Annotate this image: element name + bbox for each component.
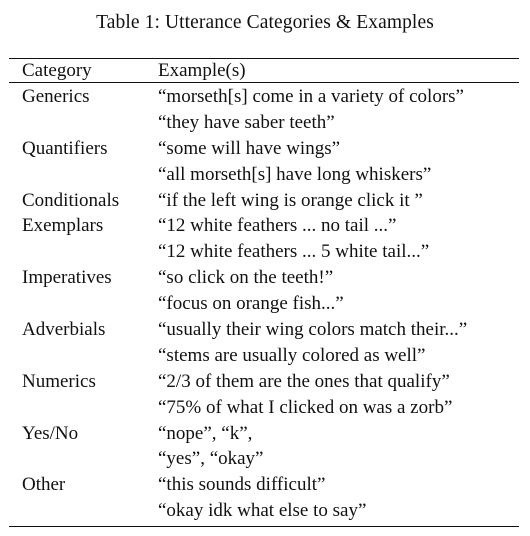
example-cell: “focus on orange fish...” — [158, 293, 344, 315]
table-row: “okay idk what else to say” — [9, 498, 519, 524]
table-row: Numerics “2/3 of them are the ones that q… — [9, 369, 519, 395]
example-cell: “75% of what I clicked on was a zorb” — [158, 396, 453, 418]
header-examples: Example(s) — [158, 60, 246, 81]
table-row: Quantifiers “some will have wings” — [9, 136, 519, 162]
header-category: Category — [22, 60, 92, 81]
table-row: Adverbials “usually their wing colors mat… — [9, 317, 519, 343]
category-cell: Exemplars — [22, 215, 104, 237]
table-row: “they have saber teeth” — [9, 110, 519, 136]
table-row: Generics “morseth[s] come in a variety of… — [9, 84, 519, 110]
table-row: “75% of what I clicked on was a zorb” — [9, 395, 519, 421]
example-cell: “12 white feathers ... no tail ...” — [158, 215, 397, 237]
example-cell: “this sounds difficult” — [158, 474, 326, 496]
example-cell: “some will have wings” — [158, 137, 341, 159]
table-caption: Table 1: Utterance Categories & Examples — [96, 12, 434, 33]
example-cell: “so click on the teeth!” — [158, 267, 334, 289]
table-row: Yes/No “nope”, “k”, — [9, 421, 519, 447]
category-cell: Quantifiers — [22, 137, 108, 159]
category-cell: Generics — [22, 86, 90, 107]
example-cell: “they have saber teeth” — [158, 111, 335, 133]
example-cell: “stems are usually colored as well” — [158, 344, 426, 366]
table-row: Conditionals “if the left wing is orange … — [9, 188, 519, 214]
example-cell: “morseth[s] come in a variety of colors” — [158, 86, 464, 107]
table-row: “yes”, “okay” — [9, 446, 519, 472]
utterance-table: Category Example(s) Generics “morseth[s] … — [9, 58, 519, 528]
example-cell: “okay idk what else to say” — [158, 500, 367, 522]
table-bottom-rule — [9, 526, 519, 528]
category-cell: Adverbials — [22, 319, 106, 341]
category-cell: Numerics — [22, 370, 96, 392]
example-cell: “2/3 of them are the ones that qualify” — [158, 370, 450, 392]
table-body: Generics “morseth[s] come in a variety of… — [9, 83, 519, 526]
table-row: Exemplars “12 white feathers ... no tail … — [9, 213, 519, 239]
example-cell: “usually their wing colors match their..… — [158, 319, 468, 341]
example-cell: “if the left wing is orange click it ” — [158, 189, 423, 211]
category-cell: Other — [22, 474, 66, 496]
example-cell: “12 white feathers ... 5 white tail...” — [158, 241, 430, 263]
table-row: “12 white feathers ... 5 white tail...” — [9, 239, 519, 265]
table-header-row: Category Example(s) — [9, 59, 519, 82]
table-row: “focus on orange fish...” — [9, 291, 519, 317]
category-cell: Yes/No — [22, 422, 79, 444]
category-cell: Imperatives — [22, 267, 112, 289]
example-cell: “nope”, “k”, — [158, 422, 253, 444]
table-row: Imperatives “so click on the teeth!” — [9, 265, 519, 291]
table-row: “stems are usually colored as well” — [9, 343, 519, 369]
table-row: “all morseth[s] have long whiskers” — [9, 162, 519, 188]
category-cell: Conditionals — [22, 189, 120, 211]
example-cell: “yes”, “okay” — [158, 448, 264, 470]
table-row: Other “this sounds difficult” — [9, 472, 519, 498]
example-cell: “all morseth[s] have long whiskers” — [158, 163, 432, 185]
